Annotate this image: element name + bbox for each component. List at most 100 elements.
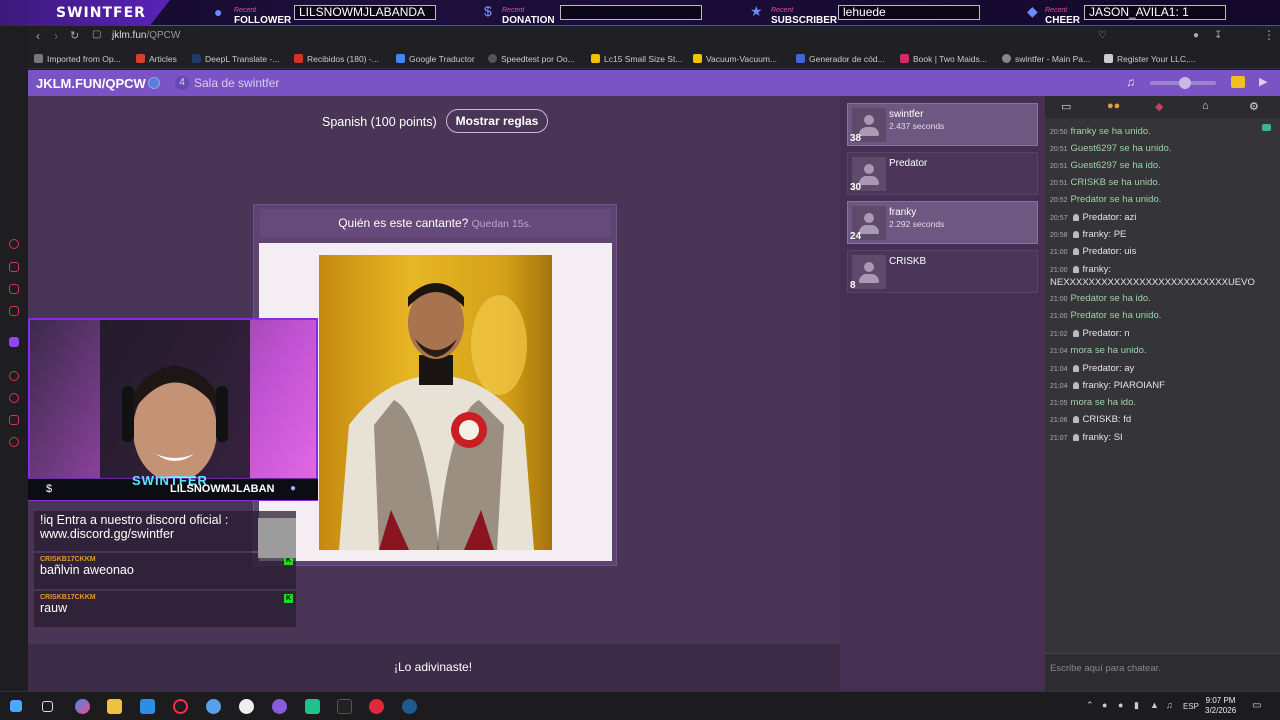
tab-game-icon[interactable]: ◆ xyxy=(1155,100,1163,113)
volume-slider[interactable] xyxy=(1150,77,1216,89)
chat-username[interactable]: CRISKB xyxy=(1083,414,1118,425)
bookmark-item[interactable]: DeepL Translate -... xyxy=(192,54,279,64)
chat-username[interactable]: franky xyxy=(1083,264,1109,275)
reload-icon[interactable]: ↻ xyxy=(70,29,79,42)
edge-icon[interactable] xyxy=(140,699,155,714)
show-rules-button[interactable]: Mostrar reglas xyxy=(446,109,548,133)
sidebar-pinboard-icon[interactable] xyxy=(9,415,19,425)
chat-timestamp: 21:04 xyxy=(1050,348,1068,355)
sidebar-history-icon[interactable] xyxy=(9,393,19,403)
tray-chevron-icon[interactable]: ⌃ xyxy=(1086,700,1094,711)
chat-username[interactable]: Predator xyxy=(1083,328,1119,339)
sidebar-messenger-icon[interactable] xyxy=(9,284,19,294)
tiktok-icon[interactable] xyxy=(337,699,352,714)
chat-text: NEXXXXXXXXXXXXXXXXXXXXXXXXXXUEVO xyxy=(1050,277,1255,288)
chat-message: 20:51 Guest6297 se ha unido. xyxy=(1050,143,1278,156)
chat-timestamp: 20:52 xyxy=(1050,197,1068,204)
network-icon[interactable]: ▲ xyxy=(1150,700,1159,710)
bookmark-item[interactable]: Articles xyxy=(136,54,177,64)
tab-settings-icon[interactable]: ⚙ xyxy=(1249,100,1259,113)
app-icon[interactable] xyxy=(206,699,221,714)
question-header: Quién es este cantante? Quedan 15s. xyxy=(260,209,610,237)
sidebar-aria-icon[interactable] xyxy=(9,239,19,249)
language-indicator[interactable]: ESP xyxy=(1183,702,1199,711)
forward-icon[interactable]: › xyxy=(54,29,58,43)
bookmark-item[interactable]: Vacuum-Vacuum... xyxy=(693,54,777,64)
speaker-icon[interactable]: ♫ xyxy=(1166,700,1173,710)
sidebar-gmail-icon[interactable] xyxy=(9,306,19,316)
tab-chat-icon[interactable]: ▭ xyxy=(1061,100,1071,113)
bookmark-item[interactable]: Imported from Op... xyxy=(34,54,121,64)
chat-username[interactable]: franky xyxy=(1083,380,1109,391)
back-icon[interactable]: ‹ xyxy=(36,29,40,43)
obs-icon[interactable] xyxy=(239,699,254,714)
windows-start-icon[interactable] xyxy=(10,700,22,712)
url-field[interactable]: jklm.fun/QPCW xyxy=(112,30,180,41)
bookmark-icon[interactable]: ♡ xyxy=(1098,30,1107,41)
stream-chat-message: CRISKB17CKKM rauw K xyxy=(34,591,296,627)
donation-icon: $ xyxy=(484,3,492,19)
bookmark-item[interactable]: Generador de cód... xyxy=(796,54,885,64)
follower-icon: ● xyxy=(214,4,223,20)
bookmark-item[interactable]: Book | Two Maids... xyxy=(900,54,987,64)
player-card: 24 franky 2.292 seconds xyxy=(847,201,1038,244)
chat-username[interactable]: Predator xyxy=(1083,246,1119,257)
sidebar-bag-icon[interactable] xyxy=(9,262,19,272)
chat-input-placeholder[interactable]: Escribe aquí para chatear. xyxy=(1050,663,1161,674)
copilot-icon[interactable] xyxy=(75,699,90,714)
tray-icon[interactable]: ● xyxy=(1118,700,1123,710)
player-time: 2.437 seconds xyxy=(889,121,945,131)
volume-slider-thumb[interactable] xyxy=(1179,77,1191,89)
user-icon xyxy=(1072,382,1079,389)
download-icon[interactable]: ↧ xyxy=(1214,30,1222,41)
room-link[interactable]: JKLM.FUN/QPCW xyxy=(36,76,146,91)
chat-username[interactable]: franky xyxy=(1083,432,1109,443)
profile-icon[interactable]: ● xyxy=(1193,30,1199,41)
steam-icon[interactable] xyxy=(402,699,417,714)
chat-username[interactable]: Predator xyxy=(1083,212,1119,223)
opera-gx-icon[interactable] xyxy=(173,699,188,714)
bookmark-item[interactable]: Lc15 Small Size St... xyxy=(591,54,682,64)
chat-input[interactable]: Escribe aquí para chatear. xyxy=(1045,653,1280,691)
clock[interactable]: 9:07 PM 3/2/2026 xyxy=(1205,696,1236,716)
tray-icon[interactable]: ● xyxy=(1102,700,1107,710)
follower-label: Recent FOLLOWER xyxy=(234,7,292,26)
chat-system-text: mora se ha ido. xyxy=(1070,397,1137,408)
volume-icon[interactable]: ♫ xyxy=(1126,75,1135,89)
file-explorer-icon[interactable] xyxy=(107,699,122,714)
bookmark-item[interactable]: Google Traductor xyxy=(396,54,475,64)
sidebar-twitch-icon[interactable] xyxy=(9,337,19,347)
bookmark-item[interactable]: Recibidos (180) -... xyxy=(294,54,379,64)
tab-home-icon[interactable]: ⌂ xyxy=(1202,100,1209,112)
bookmark-item[interactable]: Speedtest por Oo... xyxy=(488,54,575,64)
bookmark-item[interactable]: Register Your LLC,... xyxy=(1104,54,1195,64)
notifications-icon[interactable]: ▭ xyxy=(1252,700,1261,711)
chat-message: 21:04 franky: PIAROIANF xyxy=(1050,380,1278,393)
donation-label: Recent DONATION xyxy=(502,7,555,26)
chat-username[interactable]: Predator xyxy=(1083,363,1119,374)
tab-players-icon[interactable]: ●● xyxy=(1107,100,1120,112)
clock-date: 3/2/2026 xyxy=(1205,706,1237,715)
chat-message: 21:02 Predator: n xyxy=(1050,328,1278,341)
discord-icon[interactable] xyxy=(272,699,287,714)
app-icon[interactable] xyxy=(369,699,384,714)
chat-message: 21:00 Predator: uis xyxy=(1050,246,1278,259)
crown-icon[interactable] xyxy=(1231,76,1245,88)
player-name: Predator xyxy=(889,158,928,169)
follower-icon: ● xyxy=(290,483,297,494)
task-view-icon[interactable] xyxy=(42,701,53,712)
time-left: Quedan 15s. xyxy=(471,218,532,230)
webcam-nameplate: SWINTFER $ LILSNOWMJLABAN ● xyxy=(28,473,318,500)
cheer-value: JASON_AVILA1: 1 xyxy=(1084,5,1226,20)
microphone-icon[interactable]: ▮ xyxy=(1134,700,1139,711)
collapse-icon[interactable]: ▶ xyxy=(1259,75,1267,88)
chat-text: fd xyxy=(1123,414,1132,425)
sidebar-settings-icon[interactable] xyxy=(9,437,19,447)
bookmark-item[interactable]: swintfer - Main Pa... xyxy=(1002,54,1090,64)
player-score: 38 xyxy=(850,133,862,144)
user-icon xyxy=(1072,434,1079,441)
chat-username[interactable]: franky xyxy=(1083,229,1109,240)
menu-icon[interactable]: ⋮ xyxy=(1263,28,1275,42)
sidebar-player-icon[interactable] xyxy=(9,371,19,381)
app-icon[interactable] xyxy=(305,699,320,714)
